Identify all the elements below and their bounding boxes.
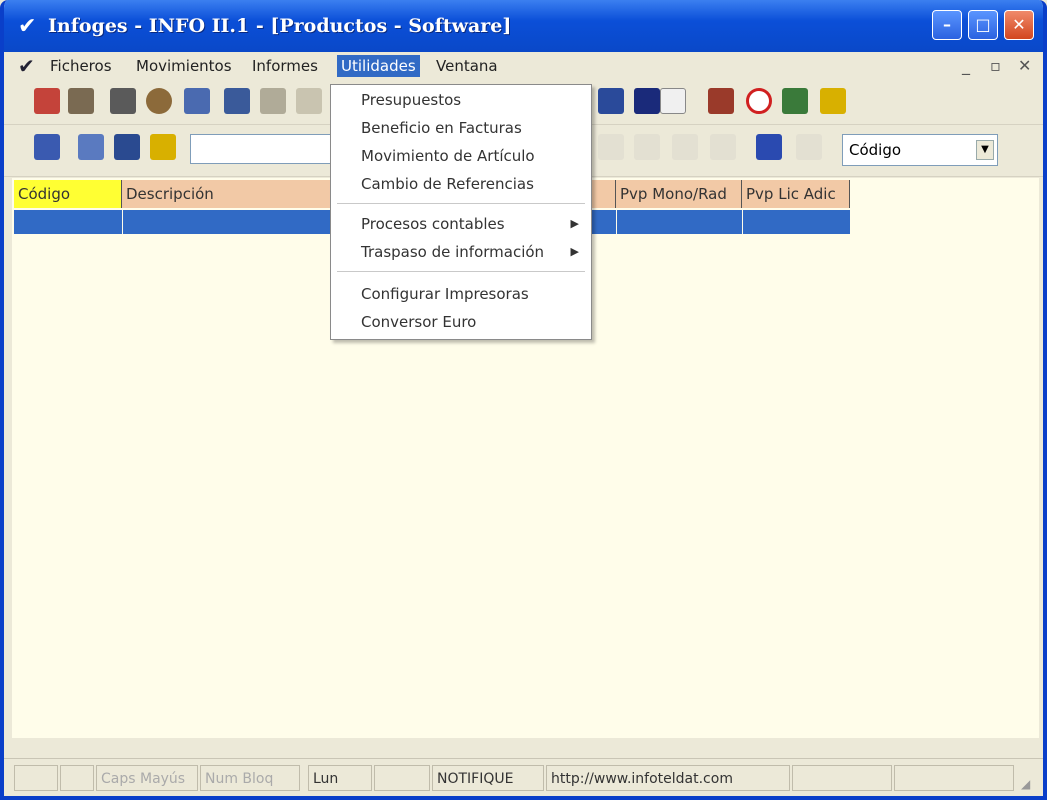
close-button[interactable]: ✕: [1004, 10, 1034, 40]
menu-ventana[interactable]: Ventana: [432, 55, 502, 77]
clients-icon[interactable]: [34, 88, 60, 114]
accept-icon: [796, 134, 822, 160]
mdi-restore-button[interactable]: ▫: [990, 56, 1001, 75]
chart-icon[interactable]: [782, 88, 808, 114]
search-field-select[interactable]: Código ▼: [842, 134, 998, 166]
cell-divider: [122, 210, 123, 234]
app-logo-icon: ✔: [18, 14, 37, 39]
edit-record-icon[interactable]: [78, 134, 104, 160]
menu-item-procesos-contables[interactable]: Procesos contables: [361, 211, 505, 237]
families-icon[interactable]: [146, 88, 172, 114]
grid-icon[interactable]: [260, 88, 286, 114]
menu-utilidades[interactable]: Utilidades: [337, 55, 420, 77]
window-title: Infoges - INFO II.1 - [Productos - Softw…: [48, 15, 512, 37]
nav-prev-icon: [672, 134, 698, 160]
submenu-arrow-icon: ▶: [570, 245, 579, 258]
cell-divider: [742, 210, 743, 234]
menu-item-cambio-referencias[interactable]: Cambio de Referencias: [361, 171, 534, 197]
status-panel: [894, 765, 1014, 791]
minimize-button[interactable]: –: [932, 10, 962, 40]
notify-indicator: NOTIFIQUE: [432, 765, 544, 791]
chevron-down-icon[interactable]: ▼: [976, 140, 994, 160]
status-bar: Caps Mayús Num Bloq Lun NOTIFIQUE http:/…: [4, 758, 1043, 796]
list-icon[interactable]: [296, 88, 322, 114]
menu-item-configurar-impresoras[interactable]: Configurar Impresoras: [361, 281, 529, 307]
menu-separator: [337, 271, 585, 272]
eraser-icon[interactable]: [756, 134, 782, 160]
caps-lock-indicator: Caps Mayús: [96, 765, 198, 791]
utilidades-dropdown-menu: Presupuestos Beneficio en Facturas Movim…: [330, 84, 592, 340]
mdi-minimize-button[interactable]: _: [962, 56, 970, 75]
resize-grip-icon[interactable]: ◢: [1021, 777, 1037, 793]
title-bar[interactable]: ✔ Infoges - INFO II.1 - [Productos - Sof…: [4, 0, 1043, 52]
num-lock-indicator: Num Bloq: [200, 765, 300, 791]
submenu-arrow-icon: ▶: [570, 217, 579, 230]
menu-movimientos[interactable]: Movimientos: [132, 55, 236, 77]
nav-next-icon: [710, 134, 736, 160]
new-record-icon[interactable]: [34, 134, 60, 160]
menu-item-traspaso-informacion[interactable]: Traspaso de información: [361, 239, 544, 265]
suppliers-icon[interactable]: [68, 88, 94, 114]
menu-item-movimiento-articulo[interactable]: Movimiento de Artículo: [361, 143, 535, 169]
menu-informes[interactable]: Informes: [248, 55, 322, 77]
cell-divider: [616, 210, 617, 234]
stop-icon[interactable]: [746, 88, 772, 114]
status-panel: [792, 765, 892, 791]
balance-icon[interactable]: [634, 88, 660, 114]
document-icon[interactable]: ✔: [18, 54, 35, 78]
menu-bar: ✔ Ficheros Movimientos Informes Utilidad…: [4, 52, 1043, 80]
check-icon: [598, 134, 624, 160]
products-icon[interactable]: [110, 88, 136, 114]
column-header-pvp-mono[interactable]: Pvp Mono/Rad: [616, 180, 742, 208]
maximize-button[interactable]: □: [968, 10, 998, 40]
menu-item-conversor-euro[interactable]: Conversor Euro: [361, 309, 476, 335]
column-header-pvp-lic[interactable]: Pvp Lic Adic: [742, 180, 850, 208]
page-icon[interactable]: [660, 88, 686, 114]
status-panel: [14, 765, 58, 791]
column-header-codigo[interactable]: Código: [14, 180, 122, 208]
status-panel: [374, 765, 430, 791]
users-icon[interactable]: [708, 88, 734, 114]
website-link[interactable]: http://www.infoteldat.com: [546, 765, 790, 791]
transfer-icon[interactable]: [598, 88, 624, 114]
search-input[interactable]: [190, 134, 340, 164]
exit-icon[interactable]: [820, 88, 846, 114]
nav-first-icon: [634, 134, 660, 160]
window-icon[interactable]: [224, 88, 250, 114]
mdi-close-button[interactable]: ✕: [1018, 56, 1031, 75]
menu-ficheros[interactable]: Ficheros: [46, 55, 116, 77]
close-form-icon[interactable]: [150, 134, 176, 160]
calendar-icon[interactable]: [184, 88, 210, 114]
menu-item-beneficio-facturas[interactable]: Beneficio en Facturas: [361, 115, 522, 141]
menu-separator: [337, 203, 585, 204]
status-panel: [60, 765, 94, 791]
menu-item-presupuestos[interactable]: Presupuestos: [361, 87, 461, 113]
search-field-value: Código: [849, 141, 902, 159]
day-indicator: Lun: [308, 765, 372, 791]
print-icon[interactable]: [114, 134, 140, 160]
